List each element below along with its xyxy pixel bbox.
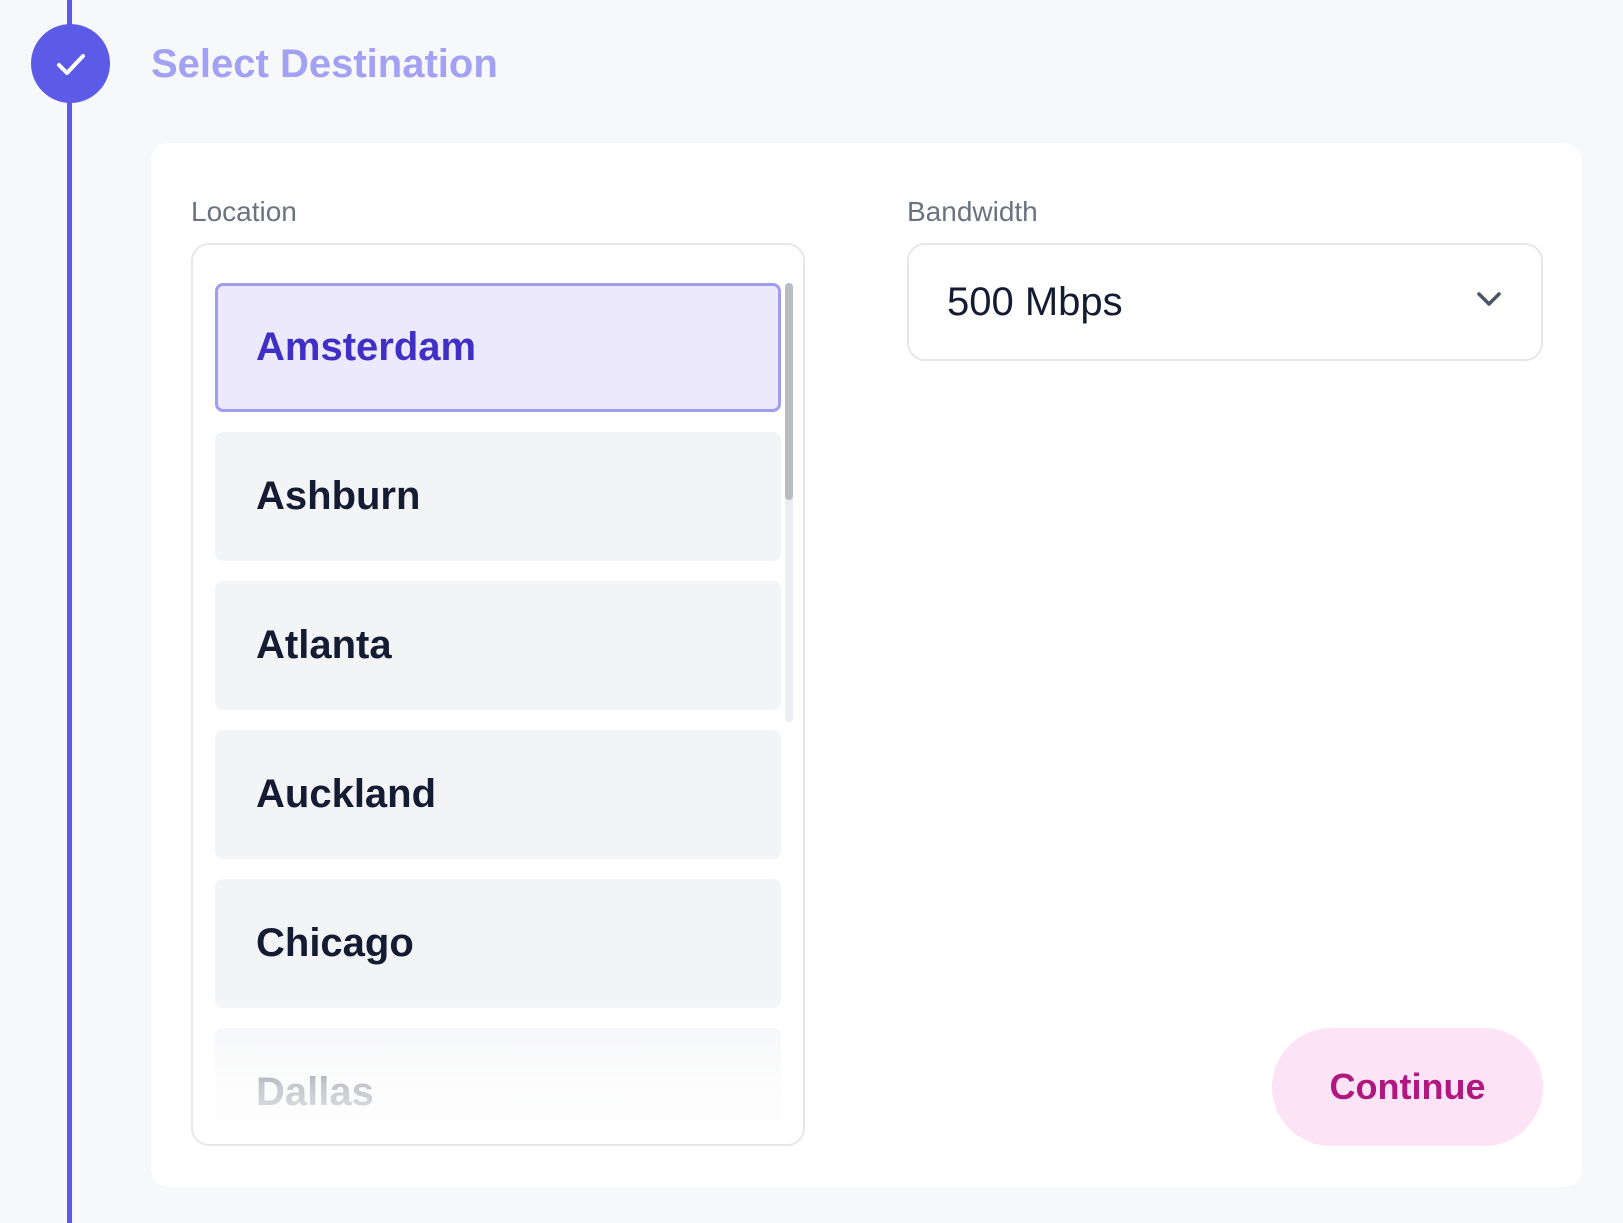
bandwidth-value: 500 Mbps [947,279,1123,324]
location-list: Amsterdam Ashburn Atlanta Auckland Chica… [215,283,785,1144]
location-option-auckland[interactable]: Auckland [215,730,781,859]
location-option-dallas[interactable]: Dallas [215,1028,781,1144]
step-title[interactable]: Select Destination [151,38,498,90]
bandwidth-select[interactable]: 500 Mbps [907,243,1543,361]
bandwidth-label: Bandwidth [907,196,1038,227]
location-scrollbar-thumb[interactable] [785,283,793,500]
location-scrollbar[interactable] [785,283,793,722]
location-listbox[interactable]: Amsterdam Ashburn Atlanta Auckland Chica… [191,243,805,1146]
location-option-chicago[interactable]: Chicago [215,879,781,1008]
page: Select Destination Location Bandwidth Am… [0,0,1623,1223]
step-complete-indicator [31,24,110,103]
location-option-atlanta[interactable]: Atlanta [215,581,781,710]
location-option-ashburn[interactable]: Ashburn [215,432,781,561]
continue-button[interactable]: Continue [1272,1028,1543,1146]
location-label: Location [191,196,297,227]
step-connector-line [67,0,72,1223]
chevron-down-icon [1477,292,1501,306]
check-icon [56,53,85,75]
destination-card: Location Bandwidth Amsterdam Ashburn Atl… [151,143,1582,1187]
location-option-amsterdam[interactable]: Amsterdam [215,283,781,412]
